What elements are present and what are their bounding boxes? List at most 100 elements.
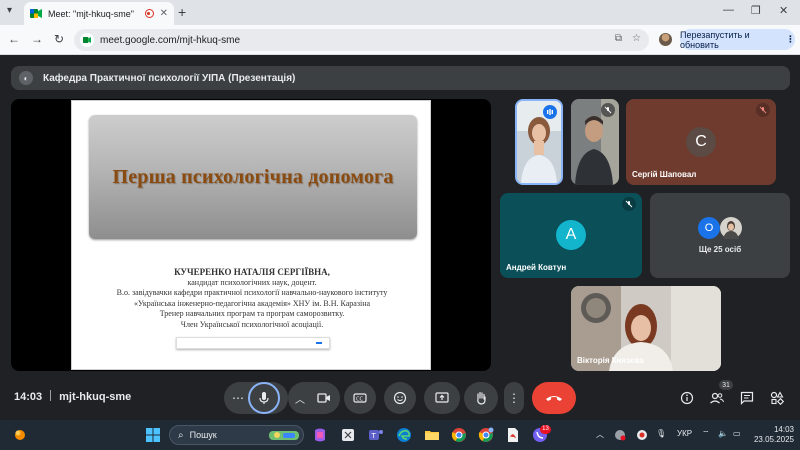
taskbar-clock[interactable]: 14:03 23.05.2025 <box>752 425 794 445</box>
slide-author-block: КУЧЕРЕНКО НАТАЛІЯ СЕРГІЇВНА, кандидат пс… <box>72 267 432 330</box>
mic-icon <box>259 392 269 404</box>
participant-tile-speaker[interactable] <box>515 99 563 185</box>
slide-line: кандидат психологічних наук, доцент. <box>187 277 317 287</box>
chrome-icon[interactable] <box>451 427 467 443</box>
camera-options-icon[interactable]: ︿ <box>295 391 305 406</box>
meet-control-bar: 14:03 mjt-hkuq-sme ⋯ ︿ CC ⋮ 31 <box>0 378 800 420</box>
people-button[interactable] <box>707 388 727 408</box>
reactions-button[interactable] <box>384 382 416 414</box>
meeting-time: 14:03 <box>14 391 43 403</box>
taskbar-time: 14:03 <box>773 425 794 434</box>
start-windows-icon[interactable] <box>145 427 161 443</box>
more-menu-icon: ⋮ <box>786 34 795 44</box>
others-count-label: Ще 25 осіб <box>698 245 742 254</box>
file-explorer-icon[interactable] <box>424 427 440 443</box>
mic-button[interactable] <box>248 382 280 414</box>
chrome-profile-icon[interactable] <box>478 427 494 443</box>
copilot-icon[interactable] <box>312 427 328 443</box>
tray-app-icon[interactable] <box>636 429 648 441</box>
chat-icon <box>740 391 754 405</box>
profile-avatar[interactable] <box>659 33 672 46</box>
slide-notification-popup <box>176 337 330 349</box>
search-highlight-icon <box>269 431 299 440</box>
tab-meet[interactable]: Meet: "mjt-hkuq-sme" ✕ <box>24 2 174 25</box>
speaking-indicator-icon <box>543 105 557 119</box>
participant-tile-sergii[interactable]: С Сергій Шаповал <box>626 99 776 185</box>
mic-off-icon <box>622 197 636 211</box>
relaunch-update-button[interactable]: Перезапустить и обновить ⋮ <box>680 29 795 50</box>
participant-tile-andrii[interactable]: А Андрей Ковтун <box>500 193 642 278</box>
presentation-stage[interactable]: Перша психологічна допомога КУЧЕРЕНКО НА… <box>11 99 491 371</box>
participant-name: Сергій Шаповал <box>632 170 697 179</box>
reload-icon[interactable]: ↻ <box>54 32 64 46</box>
maximize-icon[interactable]: ❐ <box>751 4 761 17</box>
minimize-icon[interactable]: — <box>723 4 734 16</box>
slide-title-banner: Перша психологічна допомога <box>89 115 417 239</box>
mic-off-icon <box>756 103 770 117</box>
taskbar-search[interactable]: ⌕ Пошук <box>169 425 304 445</box>
wifi-icon[interactable]: ⌔ <box>702 429 710 439</box>
url-text: meet.google.com/mjt-hkuq-sme <box>100 34 241 46</box>
meeting-details-button[interactable] <box>677 388 697 408</box>
camera-icon <box>317 393 330 403</box>
snipping-tool-icon[interactable] <box>340 427 356 443</box>
participant-tile-man[interactable] <box>571 99 619 185</box>
tray-overflow-icon[interactable]: ︿ <box>596 429 604 440</box>
slide-line: Тренер навчальних програм та програм сам… <box>159 309 345 318</box>
weather-widget-icon[interactable] <box>12 427 28 443</box>
close-window-icon[interactable]: ✕ <box>779 4 788 17</box>
slide-author-name: КУЧЕРЕНКО НАТАЛІЯ СЕРГІЇВНА, <box>174 267 330 277</box>
camera-button[interactable] <box>308 382 340 414</box>
participant-tile-others[interactable]: О Ще 25 осіб <box>650 193 790 278</box>
activities-button[interactable] <box>767 388 787 408</box>
new-tab-icon[interactable]: + <box>178 4 186 20</box>
hangup-icon <box>546 396 562 401</box>
chat-button[interactable] <box>737 388 757 408</box>
forward-icon[interactable]: → <box>31 32 43 46</box>
participant-avatar: С <box>686 127 716 157</box>
browser-toolbar: ← → ↻ meet.google.com/mjt-hkuq-sme ⧉ ☆ П… <box>0 25 800 55</box>
close-tab-icon[interactable]: ✕ <box>160 8 168 19</box>
meet-site-icon <box>80 33 94 47</box>
address-bar[interactable]: meet.google.com/mjt-hkuq-sme ⧉ ☆ <box>74 29 649 51</box>
others-avatar: О <box>698 217 720 239</box>
mic-off-icon <box>601 103 615 117</box>
presenter-avatar-icon: ◐ <box>19 71 33 85</box>
presentation-bar: ◐ Кафедра Практичної психології УІПА (Пр… <box>11 66 790 90</box>
mic-options-icon[interactable]: ⋯ <box>232 391 244 405</box>
windows-taskbar: ⌕ Пошук T 13 ︿ 🎙 УКР ⌔ 🔈 ▭ 14:03 23.05.2… <box>0 420 800 450</box>
slide-line: В.о. завідувачки кафедри практичної псих… <box>116 288 388 297</box>
svg-text:CC: CC <box>356 397 363 403</box>
tab-search-icon[interactable]: ▾ <box>7 5 12 16</box>
tray-mic-icon[interactable]: 🎙 <box>656 429 666 438</box>
captions-button[interactable]: CC <box>344 382 376 414</box>
hand-icon <box>477 391 486 405</box>
keyboard-language[interactable]: УКР <box>677 429 692 438</box>
presentation-title: Кафедра Практичної психології УІПА (През… <box>43 72 296 84</box>
captions-icon: CC <box>353 393 367 403</box>
raise-hand-button[interactable] <box>464 382 498 414</box>
participant-avatar: А <box>556 220 586 250</box>
tray-app-icon[interactable] <box>614 429 626 441</box>
edge-icon[interactable] <box>396 427 412 443</box>
teams-icon[interactable]: T <box>368 427 384 443</box>
svg-text:T: T <box>371 432 377 440</box>
slide-line: Член Української психологічної асоціації… <box>180 319 324 329</box>
leave-call-button[interactable] <box>532 382 576 414</box>
participant-tile-viktoriia[interactable]: Вікторія Князєва <box>571 286 721 371</box>
back-icon[interactable]: ← <box>8 32 20 46</box>
search-icon: ⌕ <box>178 429 184 441</box>
viber-badge: 13 <box>540 425 551 434</box>
people-icon <box>710 392 724 404</box>
present-screen-icon <box>435 392 449 403</box>
battery-icon[interactable]: ▭ <box>733 429 741 438</box>
translate-icon[interactable]: ⧉ <box>615 33 622 44</box>
volume-icon[interactable]: 🔈 <box>718 429 728 438</box>
search-placeholder: Пошук <box>189 430 217 440</box>
bookmark-star-icon[interactable]: ☆ <box>632 33 641 44</box>
tab-title: Meet: "mjt-hkuq-sme" <box>48 8 134 19</box>
more-options-button[interactable]: ⋮ <box>504 382 524 414</box>
present-button[interactable] <box>424 382 460 414</box>
pdf-reader-icon[interactable] <box>505 427 521 443</box>
taskbar-date: 23.05.2025 <box>753 435 794 444</box>
